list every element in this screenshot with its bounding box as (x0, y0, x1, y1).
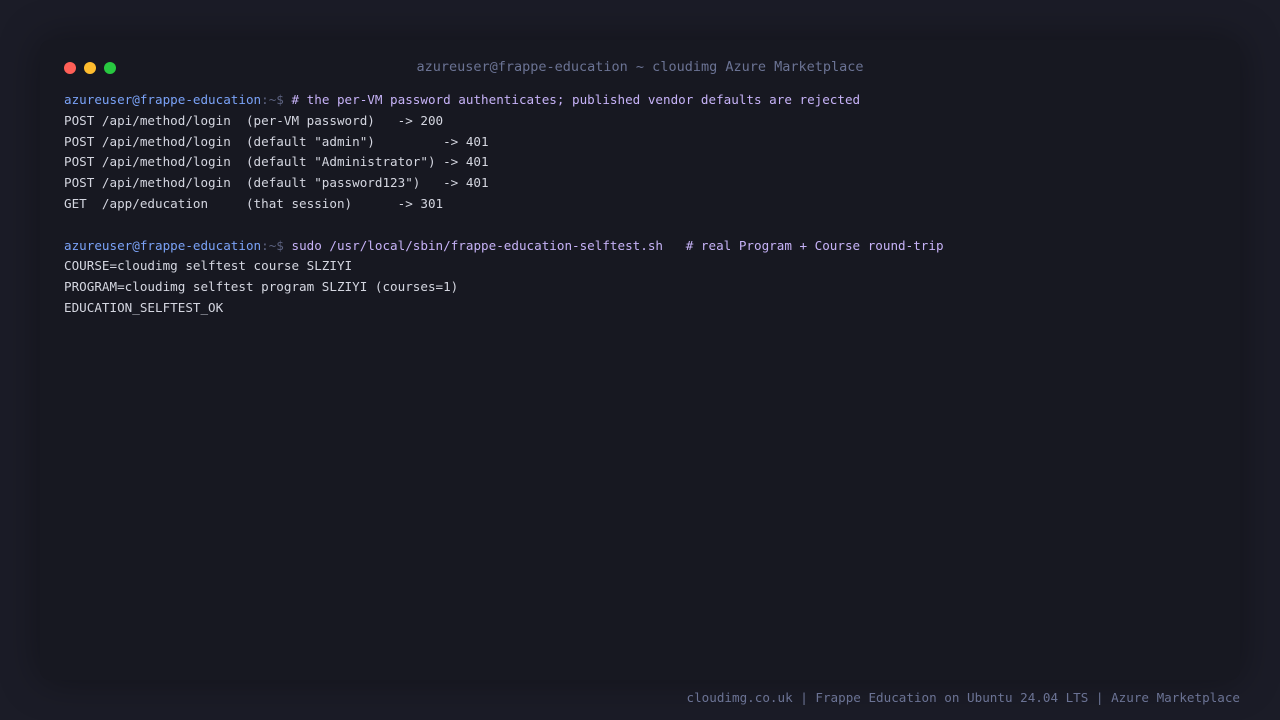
output-line: POST /api/method/login (default "Adminis… (64, 154, 489, 170)
output-line: POST /api/method/login (default "passwor… (64, 175, 489, 191)
prompt-line: azureuser@frappe-education:~$ sudo /usr/… (64, 236, 1216, 257)
prompt-path: :~$ (261, 92, 292, 107)
output-line: GET /app/education (that session) -> 301 (64, 195, 444, 211)
footer-caption: cloudimg.co.uk | Frappe Education on Ubu… (686, 690, 1241, 705)
window-title: azureuser@frappe-education ~ cloudimg Az… (416, 59, 864, 75)
terminal-window: azureuser@frappe-education ~ cloudimg Az… (40, 40, 1240, 680)
title-bar: azureuser@frappe-education ~ cloudimg Az… (40, 40, 1240, 96)
command-text: sudo /usr/local/sbin/frappe-education-se… (291, 237, 944, 253)
output-line: PROGRAM=cloudimg selftest program SLZIYI… (64, 279, 459, 295)
output-line: EDUCATION_SELFTEST_OK (64, 299, 224, 315)
output-line: POST /api/method/login (default "admin")… (64, 133, 489, 149)
command-text: # the per-VM password authenticates; pub… (291, 92, 861, 107)
output-line: COURSE=cloudimg selftest course SLZIYI (64, 258, 353, 274)
prompt-path: :~$ (261, 237, 292, 253)
terminal-output[interactable]: azureuser@frappe-education:~$ # the per-… (64, 90, 1216, 319)
prompt-user-host: azureuser@frappe-education (64, 237, 262, 253)
output-line: POST /api/method/login (per-VM password)… (64, 112, 444, 128)
prompt-user-host: azureuser@frappe-education (64, 92, 262, 107)
prompt-line: azureuser@frappe-education:~$ # the per-… (64, 90, 1216, 111)
